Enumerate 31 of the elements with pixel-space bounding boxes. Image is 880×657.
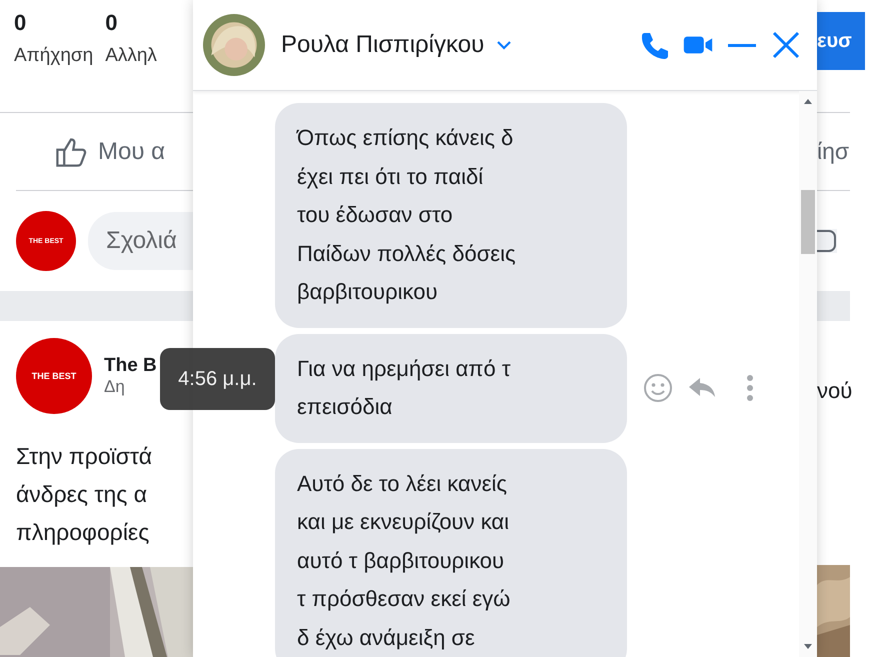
stat-label: Απήχηση	[14, 44, 94, 68]
post-author[interactable]: The B	[104, 355, 157, 377]
message-bubble: Όπως επίσης κάνεις δ έχει πει ότι το παιδί του έδωσαν στο Παίδων πολλές δόσεις βαρβιτουρικου	[275, 103, 627, 328]
comment-field[interactable]: Σχολιά	[88, 212, 193, 270]
more-icon[interactable]	[745, 373, 755, 403]
post-text: Στην προϊστά	[16, 442, 153, 471]
post-meta: Δη	[104, 377, 126, 397]
promote-button[interactable]: ευσ	[817, 12, 865, 70]
contact-name[interactable]: Ρουλα Πισπιρίγκου	[281, 31, 484, 59]
feed-separator	[817, 291, 850, 321]
stat-count: 0	[14, 9, 28, 37]
smiley-icon[interactable]	[643, 373, 673, 403]
post-text: πληροφορίες	[16, 518, 150, 547]
scroll-down-icon[interactable]	[803, 643, 813, 651]
timestamp-tooltip: 4:56 μ.μ.	[160, 348, 275, 410]
message-bubble: Για να ηρεμήσει από τ επεισόδια	[275, 334, 627, 442]
like-button[interactable]: Μου α	[98, 138, 166, 166]
scroll-up-icon[interactable]	[803, 97, 813, 105]
post-text: νού	[817, 378, 852, 404]
stat-count: 0	[105, 9, 118, 37]
page-avatar: THE BEST	[16, 338, 92, 414]
scrollbar[interactable]	[799, 91, 817, 657]
scroll-thumb[interactable]	[801, 190, 815, 254]
share-button[interactable]: ίησ	[817, 138, 850, 165]
stat-label: Αλληλ	[105, 44, 157, 68]
post-text: άνδρες της α	[16, 480, 148, 509]
message-bubble: Αυτό δε το λέει κανείς και με εκνευρίζουν και αυτό τ βαρβιτουρικου τ πρόσθεσαν εκεί εγώ δ έχω ανάμειξη σε	[275, 448, 627, 657]
phone-icon[interactable]	[639, 30, 669, 60]
chevron-down-icon[interactable]	[496, 40, 512, 50]
gif-icon[interactable]	[817, 229, 837, 253]
close-icon[interactable]	[771, 30, 801, 60]
